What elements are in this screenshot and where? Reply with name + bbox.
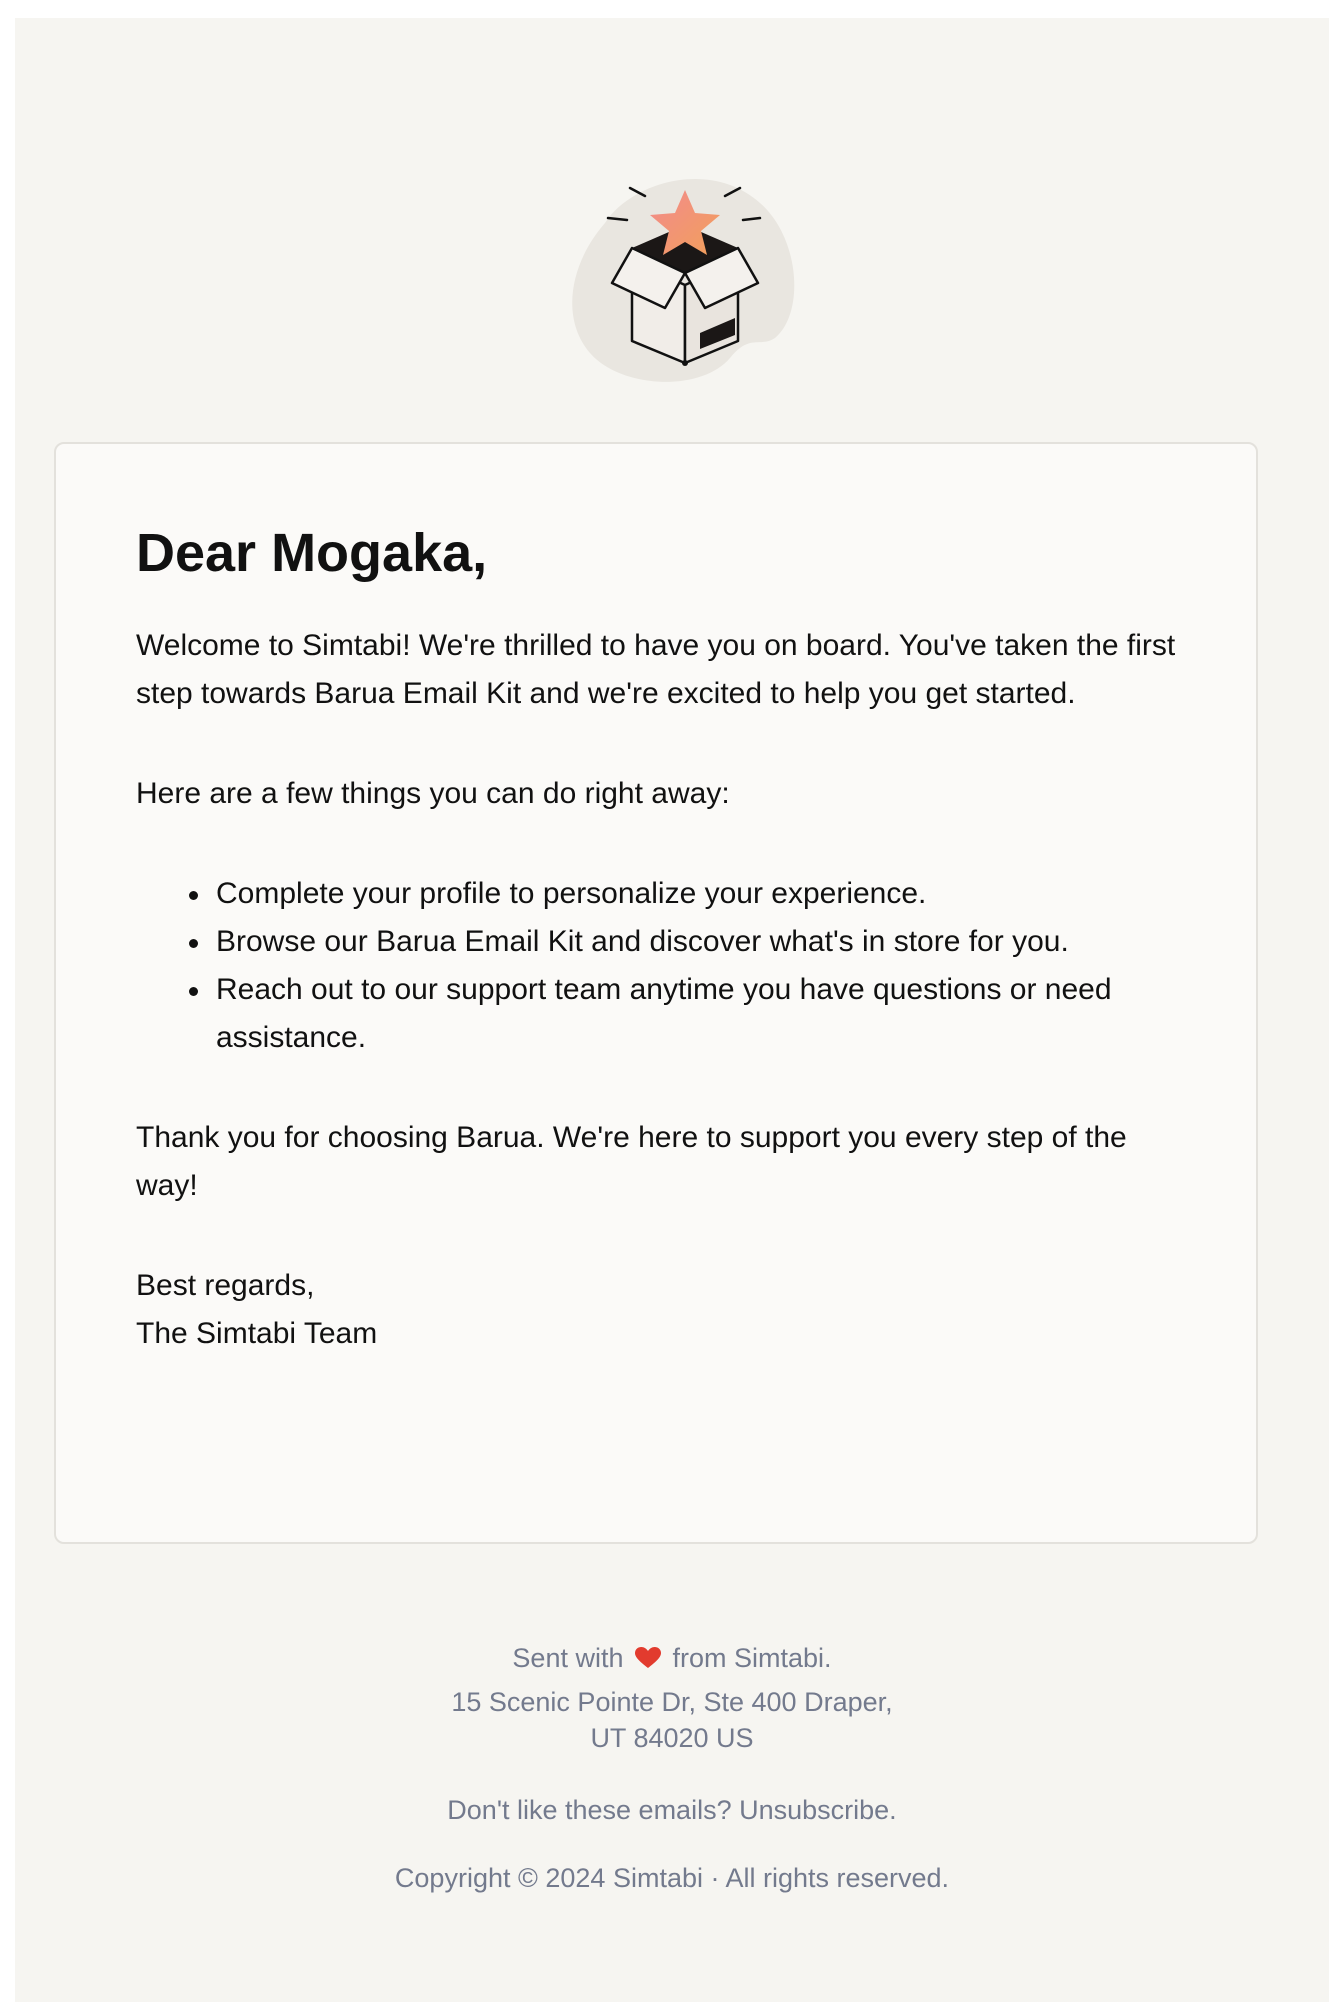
intro-paragraph: Welcome to Simtabi! We're thrilled to ha… [136,629,1176,710]
unsubscribe-line: Don't like these emails? Unsubscribe. [15,1792,1329,1828]
list-item: Browse our Barua Email Kit and discover … [189,918,1186,966]
bullet-icon [189,939,198,948]
open-box-with-star-icon [560,163,810,398]
bullet-icon [189,891,198,900]
list-item-text: Browse our Barua Email Kit and discover … [216,925,1069,958]
heart-icon [635,1647,661,1669]
unsubscribe-link[interactable]: Unsubscribe. [739,1795,897,1825]
signature-text: The Simtabi Team [136,1317,378,1350]
list-item: Complete your profile to personalize you… [189,870,1186,918]
greeting-heading: Dear Mogaka, [136,523,488,583]
unsubscribe-prefix-text: Don't like these emails? [447,1795,732,1825]
sent-prefix-text: Sent with [512,1643,624,1673]
list-item-text: Complete your profile to personalize you… [216,877,927,910]
email-footer: Sent with from Simtabi. 15 Scenic Pointe… [15,1640,1329,1896]
closing-paragraph: Thank you for choosing Barua. We're here… [136,1121,1127,1202]
sent-suffix-text: from Simtabi. [672,1643,832,1673]
copyright-text: Copyright © 2024 Simtabi · All rights re… [394,1863,950,1893]
action-list: Complete your profile to personalize you… [136,870,1186,1062]
email-card: Dear Mogaka, Welcome to Simtabi! We're t… [54,442,1258,1544]
signoff: Best regards, The Simtabi Team [136,1262,1186,1358]
address-line-1: 15 Scenic Pointe Dr, Ste 400 Draper, [451,1687,893,1717]
bullet-icon [189,987,198,996]
address-line-2: UT 84020 US [590,1723,754,1753]
list-item: Reach out to our support team anytime yo… [189,966,1186,1062]
list-item-text: Reach out to our support team anytime yo… [216,973,1112,1054]
list-intro-paragraph: Here are a few things you can do right a… [136,777,730,810]
sent-with-line: Sent with from Simtabi. [15,1640,1329,1676]
regards-text: Best regards, [136,1269,315,1302]
email-body: Dear Mogaka, Welcome to Simtabi! We're t… [136,522,1186,1358]
